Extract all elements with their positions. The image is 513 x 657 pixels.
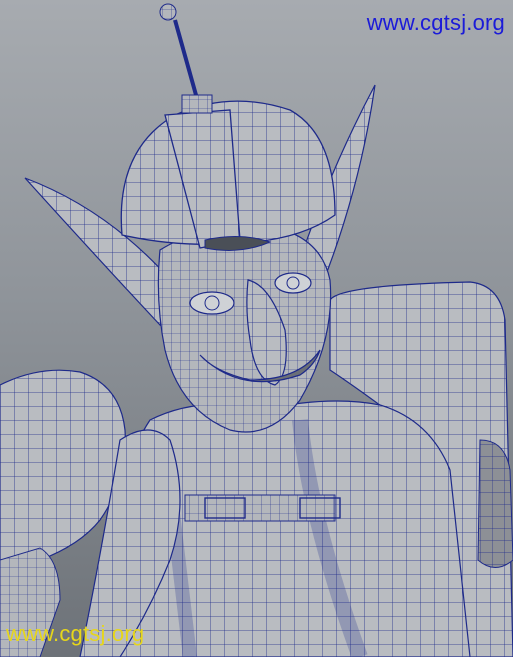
3d-viewport[interactable]: www.cgtsj.org www.cgtsj.org [0,0,513,657]
watermark-top: www.cgtsj.org [366,10,505,35]
watermark-bottom: www.cgtsj.org [6,621,145,646]
wireframe-goblin-model [0,3,513,657]
helmet [120,3,336,251]
head [157,224,332,433]
